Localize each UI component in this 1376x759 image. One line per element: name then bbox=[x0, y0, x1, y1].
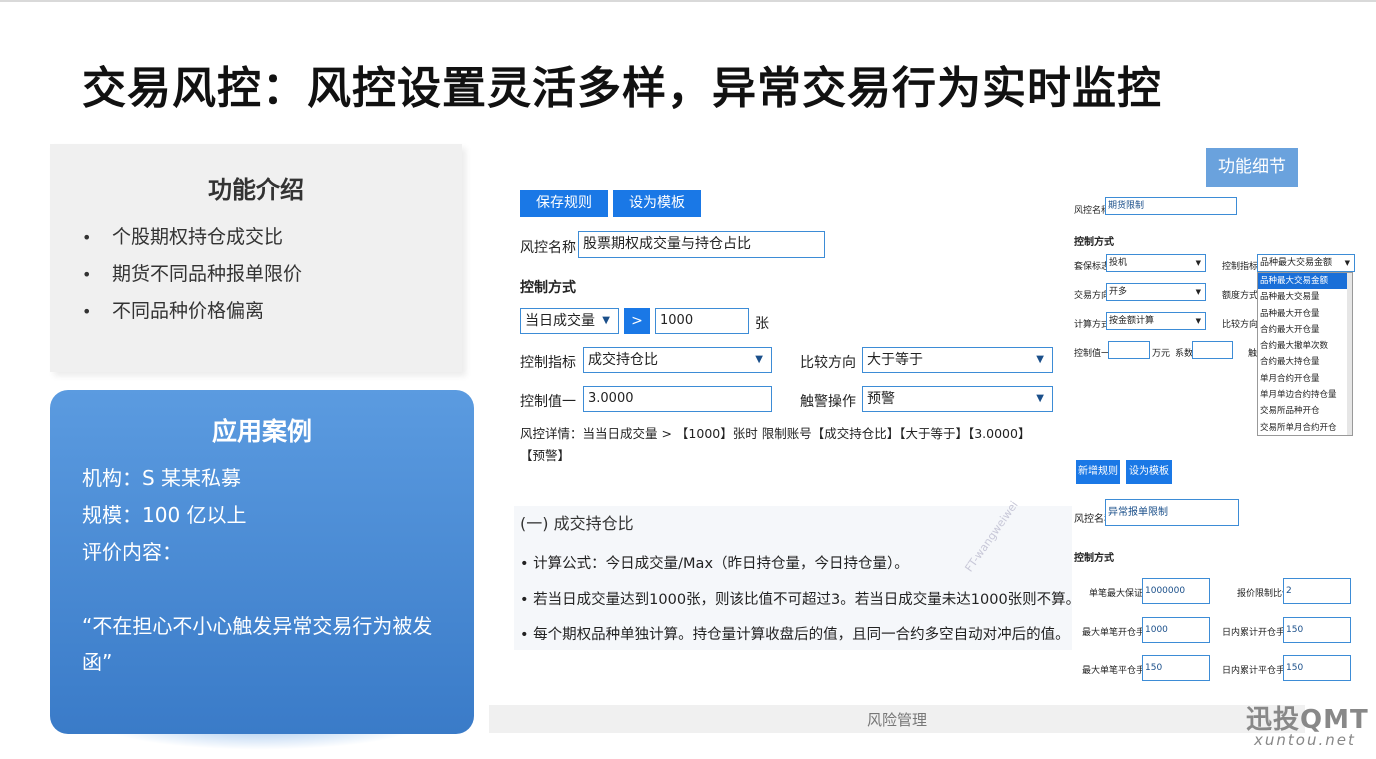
dropdown-option[interactable]: 单月合约开仓量 bbox=[1258, 371, 1352, 387]
detail-mode-heading: 控制方式 bbox=[1074, 237, 1114, 248]
detail-indicator-select[interactable]: 品种最大交易金额 ▼ bbox=[1257, 254, 1355, 272]
indicator-dropdown[interactable]: 品种最大交易金额 品种最大交易量 品种最大开仓量 合约最大开仓量 合约最大撤单次… bbox=[1257, 272, 1353, 436]
bullet-icon: • bbox=[82, 265, 92, 284]
dropdown-option[interactable]: 品种最大开仓量 bbox=[1258, 306, 1352, 322]
limit-input[interactable]: 150 bbox=[1283, 617, 1351, 643]
bullet-icon: • bbox=[82, 302, 92, 321]
dropdown-option[interactable]: 单月单边合约持仓量 bbox=[1258, 387, 1352, 403]
indicator-label: 控制指标 bbox=[520, 355, 576, 371]
coef-input[interactable] bbox=[1192, 341, 1233, 359]
alarm-label: 触警操作 bbox=[800, 394, 856, 410]
limit-input[interactable]: 2 bbox=[1283, 578, 1351, 604]
detail-value-label: 控制值一 bbox=[1074, 349, 1111, 359]
limit-input[interactable]: 1000000 bbox=[1142, 578, 1210, 604]
hedge-select[interactable]: 投机 ▼ bbox=[1106, 254, 1206, 272]
rule-detail-text: 风控详情：当当日成交量 > 【1000】张时 限制账号【成交持仓比】【大于等于】… bbox=[520, 426, 1031, 463]
chevron-down-icon: ▼ bbox=[1195, 259, 1201, 267]
indicator-select[interactable]: 成交持仓比 ▼ bbox=[583, 347, 772, 373]
control-value-label: 控制值一 bbox=[520, 394, 576, 410]
chevron-down-icon: ▼ bbox=[1036, 393, 1044, 404]
chevron-down-icon: ▼ bbox=[1344, 259, 1350, 267]
intro-heading: 功能介绍 bbox=[208, 176, 304, 204]
details-button[interactable]: 功能细节 bbox=[1206, 148, 1298, 187]
formula-line: • 每个期权品种单独计算。持仓量计算收盘后的值，且同一合约多空自动对冲后的值。 bbox=[520, 627, 1070, 643]
formula-line: • 若当日成交量达到1000张，则该比值不可超过3。若当日成交量未达1000张则… bbox=[520, 592, 1081, 608]
compare-operator-button[interactable]: > bbox=[624, 308, 650, 334]
save-rule-button[interactable]: 保存规则 bbox=[520, 190, 608, 217]
dropdown-option[interactable]: 交易所单月合约开仓 bbox=[1258, 420, 1352, 435]
dropdown-option[interactable]: 品种最大交易量 bbox=[1258, 289, 1352, 305]
intro-item: • 不同品种价格偏离 bbox=[82, 298, 302, 335]
rule-name-input[interactable]: 股票期权成交量与持仓占比 bbox=[578, 231, 825, 258]
direction-select[interactable]: 开多 ▼ bbox=[1106, 283, 1206, 301]
limit-input[interactable]: 150 bbox=[1283, 655, 1351, 681]
trigger-label: 触 bbox=[1248, 349, 1258, 359]
detail-indicator-label: 控制指标 bbox=[1222, 262, 1259, 272]
footer-label: 风险管理 bbox=[866, 711, 927, 729]
quota-label: 额度方式 bbox=[1222, 291, 1259, 301]
detail-name-input[interactable]: 期货限制 bbox=[1105, 197, 1237, 215]
top-divider bbox=[0, 0, 1376, 2]
control-value-input[interactable]: 3.0000 bbox=[583, 386, 772, 412]
formula-heading: (一) 成交持仓比 bbox=[520, 514, 634, 533]
case-quote: “不在担心不小心触发异常交易行为被发函” bbox=[82, 614, 433, 674]
case-review-label: 评价内容： bbox=[82, 540, 182, 564]
detail-value-input[interactable] bbox=[1108, 341, 1150, 359]
bottom-name-input[interactable]: 异常报单限制 bbox=[1105, 499, 1239, 526]
bullet-icon: • bbox=[82, 228, 92, 247]
dropdown-option[interactable]: 品种最大交易金额 bbox=[1258, 273, 1352, 290]
dropdown-option[interactable]: 合约最大撤单次数 bbox=[1258, 338, 1352, 354]
intro-list: • 个股期权持仓成交比 • 期货不同品种报单限价 • 不同品种价格偏离 bbox=[82, 224, 302, 335]
detail-compare-label: 比较方向 bbox=[1222, 320, 1259, 330]
threshold-input[interactable]: 1000 bbox=[655, 308, 749, 334]
case-org: 机构：S 某某私募 bbox=[82, 466, 242, 490]
compare-label: 比较方向 bbox=[800, 355, 856, 371]
intro-item: • 个股期权持仓成交比 bbox=[82, 224, 302, 261]
dropdown-option[interactable]: 合约最大开仓量 bbox=[1258, 322, 1352, 338]
unit-label: 张 bbox=[755, 316, 769, 332]
page-title: 交易风控：风控设置灵活多样，异常交易行为实时监控 bbox=[82, 63, 1162, 114]
set-template-button[interactable]: 设为模板 bbox=[613, 190, 701, 217]
chevron-down-icon: ▼ bbox=[602, 315, 610, 326]
footer-bar: 风险管理 bbox=[489, 705, 1305, 733]
chevron-down-icon: ▼ bbox=[1195, 317, 1201, 325]
chevron-down-icon: ▼ bbox=[1195, 288, 1201, 296]
compare-select[interactable]: 大于等于 ▼ bbox=[862, 347, 1053, 373]
detail-unit: 万元 bbox=[1152, 349, 1171, 359]
case-panel: 应用案例 机构：S 某某私募 规模：100 亿以上 评价内容： “不在担心不小心… bbox=[50, 390, 474, 734]
dropdown-option[interactable]: 合约最大持仓量 bbox=[1258, 354, 1352, 370]
hedge-label: 套保标志 bbox=[1074, 262, 1111, 272]
limit-input[interactable]: 150 bbox=[1142, 655, 1210, 681]
condition-select[interactable]: 当日成交量 ▼ bbox=[520, 308, 619, 334]
alarm-select[interactable]: 预警 ▼ bbox=[862, 386, 1053, 412]
chevron-down-icon: ▼ bbox=[755, 354, 763, 365]
coef-label: 系数 bbox=[1175, 349, 1194, 359]
intro-item: • 期货不同品种报单限价 bbox=[82, 261, 302, 298]
chevron-down-icon: ▼ bbox=[1036, 354, 1044, 365]
brand-url: xuntou.net bbox=[1254, 731, 1356, 749]
detail-template-button[interactable]: 设为模板 bbox=[1126, 460, 1172, 484]
calc-label: 计算方式 bbox=[1074, 320, 1111, 330]
bottom-mode-heading: 控制方式 bbox=[1074, 553, 1114, 564]
intro-panel: 功能介绍 • 个股期权持仓成交比 • 期货不同品种报单限价 • 不同品种价格偏离 bbox=[50, 144, 462, 372]
direction-label: 交易方向 bbox=[1074, 291, 1111, 301]
dropdown-scrollbar[interactable] bbox=[1347, 273, 1352, 435]
case-scale: 规模：100 亿以上 bbox=[82, 503, 247, 527]
limit-input[interactable]: 1000 bbox=[1142, 617, 1210, 643]
control-mode-heading: 控制方式 bbox=[520, 280, 576, 296]
new-rule-button[interactable]: 新增规则 bbox=[1076, 460, 1120, 484]
case-heading: 应用案例 bbox=[211, 417, 312, 446]
dropdown-option[interactable]: 交易所品种开仓 bbox=[1258, 403, 1352, 419]
formula-line: • 计算公式：今日成交量/Max（昨日持仓量，今日持仓量）。 bbox=[520, 556, 909, 572]
calc-select[interactable]: 按金额计算 ▼ bbox=[1106, 312, 1206, 330]
rule-name-label: 风控名称 bbox=[520, 240, 576, 256]
